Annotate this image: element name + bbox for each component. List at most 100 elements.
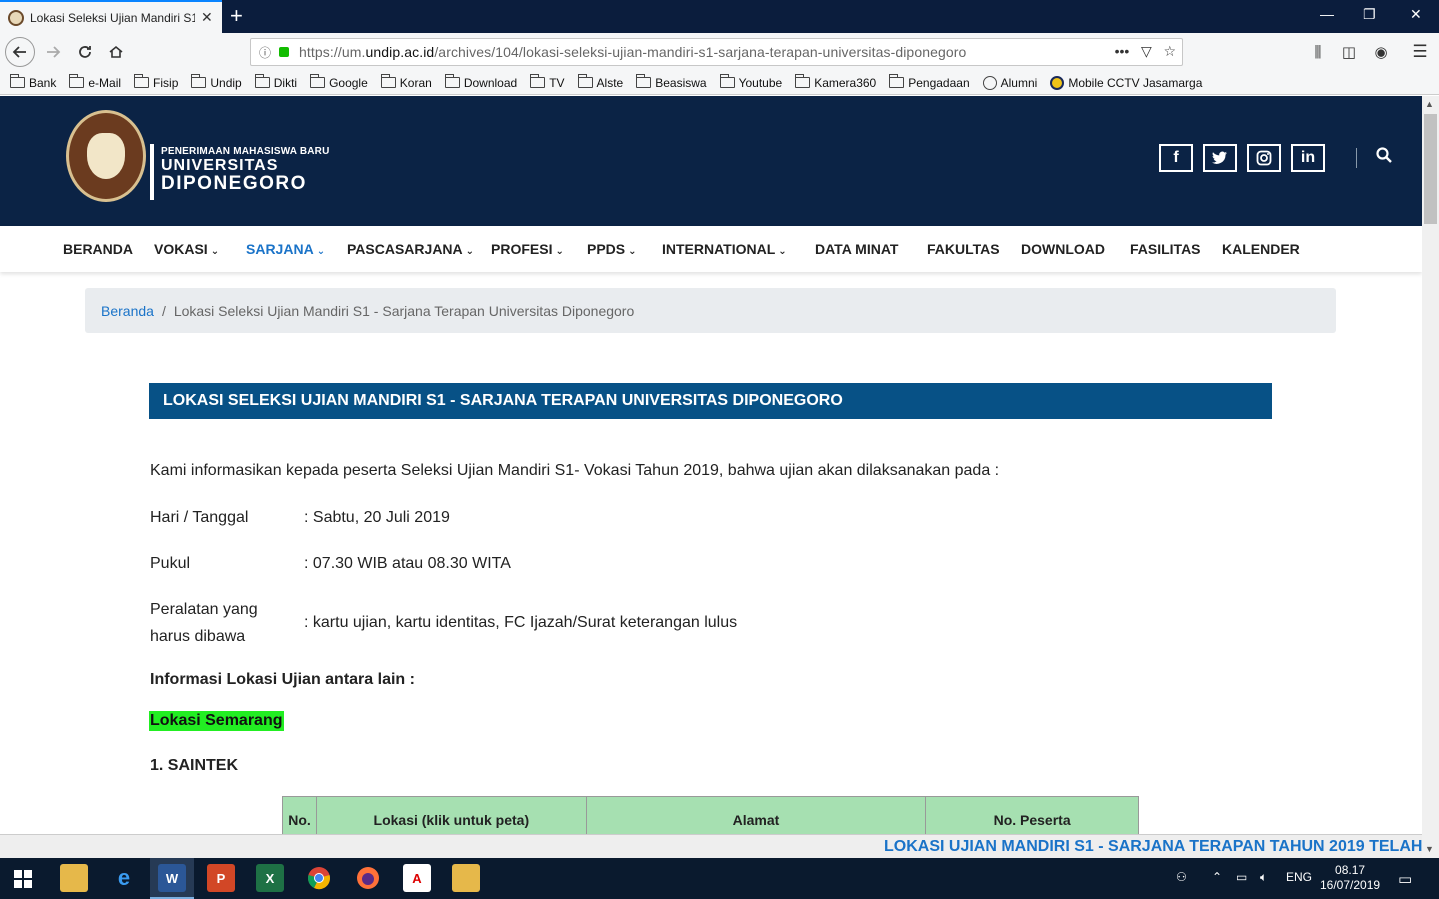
folder-taskbar-icon[interactable]: [452, 864, 480, 892]
bookmark-beasiswa[interactable]: Beasiswa: [636, 74, 707, 90]
nav-item-download[interactable]: DOWNLOAD: [1021, 241, 1105, 257]
folder-icon: [444, 74, 460, 88]
nav-item-ppds[interactable]: PPDS ⌄: [587, 241, 637, 257]
url-text[interactable]: https://um.undip.ac.id/archives/104/loka…: [299, 44, 966, 60]
bookmark-dikti[interactable]: Dikti: [254, 74, 297, 90]
breadcrumb-home-link[interactable]: Beranda: [101, 303, 154, 319]
tab-close-icon[interactable]: ✕: [201, 9, 213, 26]
bookmark-pengadaan[interactable]: Pengadaan: [889, 74, 970, 90]
browser-tab-active[interactable]: Lokasi Seleksi Ujian Mandiri S1 ✕: [0, 0, 222, 33]
chevron-down-icon: ⌄: [210, 246, 220, 257]
action-center-icon[interactable]: ▭: [1398, 870, 1412, 888]
cctv-logo-icon: [1050, 75, 1065, 90]
facebook-button[interactable]: f: [1159, 144, 1193, 172]
bookmark-google[interactable]: Google: [310, 74, 368, 90]
chrome-icon[interactable]: [305, 864, 333, 892]
folder-icon: [577, 74, 593, 88]
address-bar[interactable]: ⓘ https://um.undip.ac.id/archives/104/lo…: [250, 38, 1183, 66]
nav-item-fasilitas[interactable]: FASILITAS: [1130, 241, 1201, 257]
bookmark-download[interactable]: Download: [444, 74, 517, 90]
tray-expand-icon[interactable]: ⌃: [1212, 870, 1222, 884]
bookmark-fisip[interactable]: Fisip: [134, 74, 178, 90]
network-icon[interactable]: ▭: [1236, 870, 1247, 884]
back-button[interactable]: [5, 37, 35, 67]
detail-value-equipment: : kartu ujian, kartu identitas, FC Ijaza…: [304, 614, 738, 631]
scrollbar-thumb[interactable]: [1424, 114, 1437, 224]
volume-icon[interactable]: 🔈︎: [1260, 870, 1267, 885]
location-heading: Lokasi Semarang: [149, 711, 284, 731]
file-explorer-icon[interactable]: [60, 864, 88, 892]
arrow-left-icon: [12, 46, 26, 58]
scroll-down-icon[interactable]: ▼: [1425, 844, 1434, 854]
site-favicon-icon: [8, 9, 24, 26]
nav-item-beranda[interactable]: BERANDA: [63, 241, 133, 257]
folder-icon: [10, 74, 25, 88]
bookmark-youtube[interactable]: Youtube: [719, 74, 782, 90]
windows-taskbar: e W P X A ⚇ ⌃ ▭ 🔈︎ ENG 08.17 16/07/2019 …: [0, 858, 1439, 899]
nav-item-vokasi[interactable]: VOKASI ⌄: [154, 241, 219, 257]
word-taskbar-slot[interactable]: W: [150, 858, 194, 899]
lock-icon[interactable]: [279, 47, 290, 57]
bookmark-kamera360[interactable]: Kamera360: [795, 74, 876, 90]
window-close-button[interactable]: ✕: [1410, 6, 1422, 23]
people-icon[interactable]: ⚇: [1176, 870, 1187, 884]
nav-item-fakultas[interactable]: FAKULTAS: [927, 241, 1000, 257]
twitter-button[interactable]: [1203, 144, 1237, 172]
nav-item-kalender[interactable]: KALENDER: [1222, 241, 1300, 257]
bookmark-bank[interactable]: Bank: [10, 74, 56, 90]
tab-title: Lokasi Seleksi Ujian Mandiri S1: [30, 10, 195, 25]
university-seal-logo[interactable]: [66, 110, 146, 202]
nav-item-profesi[interactable]: PROFESI ⌄: [491, 241, 564, 257]
table-header-alamat: Alamat: [585, 796, 927, 835]
sidebar-icon[interactable]: ◫: [1336, 39, 1362, 65]
search-icon[interactable]: [1375, 146, 1393, 164]
menu-icon[interactable]: ☰: [1407, 39, 1433, 65]
powerpoint-icon[interactable]: P: [207, 864, 235, 892]
instagram-button[interactable]: [1247, 144, 1281, 172]
forward-button[interactable]: [40, 39, 66, 65]
clock-date: 16/07/2019: [1320, 878, 1381, 892]
system-clock[interactable]: 08.17 16/07/2019: [1320, 863, 1380, 893]
chevron-down-icon: ⌄: [465, 246, 475, 257]
detail-label-equipment-line1: Peralatan yang: [150, 601, 258, 618]
home-button[interactable]: [103, 39, 129, 65]
page-title: LOKASI SELEKSI UJIAN MANDIRI S1 - SARJAN…: [149, 383, 1272, 419]
folder-icon: [636, 74, 652, 88]
linkedin-button[interactable]: in: [1291, 144, 1325, 172]
excel-icon[interactable]: X: [256, 864, 284, 892]
account-icon[interactable]: ◉: [1368, 39, 1394, 65]
nav-item-sarjana[interactable]: SARJANA ⌄: [246, 241, 325, 257]
library-icon[interactable]: ⫼: [1305, 39, 1331, 65]
scroll-up-icon[interactable]: ▲: [1425, 99, 1434, 109]
section-heading: 1. SAINTEK: [150, 757, 239, 774]
edge-browser-icon[interactable]: e: [110, 864, 138, 892]
brand-divider: [150, 144, 154, 200]
nav-item-pascasarjana[interactable]: PASCASARJANA ⌄: [347, 241, 474, 257]
bookmark-mobile-cctv[interactable]: Mobile CCTV Jasamarga: [1050, 75, 1202, 90]
folder-icon: [254, 74, 270, 88]
windows-start-icon[interactable]: [14, 870, 32, 888]
nav-item-international[interactable]: INTERNATIONAL ⌄: [662, 241, 787, 257]
reload-button[interactable]: [72, 39, 98, 65]
bookmark-alste[interactable]: Alste: [577, 74, 623, 90]
firefox-icon[interactable]: [354, 864, 382, 892]
bookmark-undip[interactable]: Undip: [191, 74, 242, 90]
twitter-icon: [1212, 151, 1227, 164]
bookmark-email[interactable]: e-Mail: [69, 74, 121, 90]
window-minimize-button[interactable]: —: [1320, 6, 1334, 22]
word-icon[interactable]: W: [158, 864, 186, 892]
acrobat-icon[interactable]: A: [403, 864, 431, 892]
window-restore-button[interactable]: ❐: [1363, 6, 1376, 23]
language-indicator[interactable]: ENG: [1286, 870, 1312, 884]
bookmark-alumni[interactable]: Alumni: [982, 75, 1037, 90]
new-tab-button[interactable]: +: [230, 3, 243, 29]
page-actions-icon[interactable]: ••• ▽ ☆: [1115, 43, 1176, 60]
nav-item-data-minat[interactable]: DATA MINAT: [815, 241, 898, 257]
bookmark-koran[interactable]: Koran: [380, 74, 432, 90]
info-icon[interactable]: ⓘ: [259, 44, 271, 61]
news-ticker[interactable]: LOKASI UJIAN MANDIRI S1 - SARJANA TERAPA…: [0, 834, 1422, 858]
bookmark-tv[interactable]: TV: [530, 74, 565, 90]
page-scrollbar[interactable]: ▲ ▼: [1422, 96, 1439, 858]
news-ticker-text[interactable]: LOKASI UJIAN MANDIRI S1 - SARJANA TERAPA…: [884, 838, 1422, 856]
detail-value-time: : 07.30 WIB atau 08.30 WITA: [304, 555, 511, 572]
